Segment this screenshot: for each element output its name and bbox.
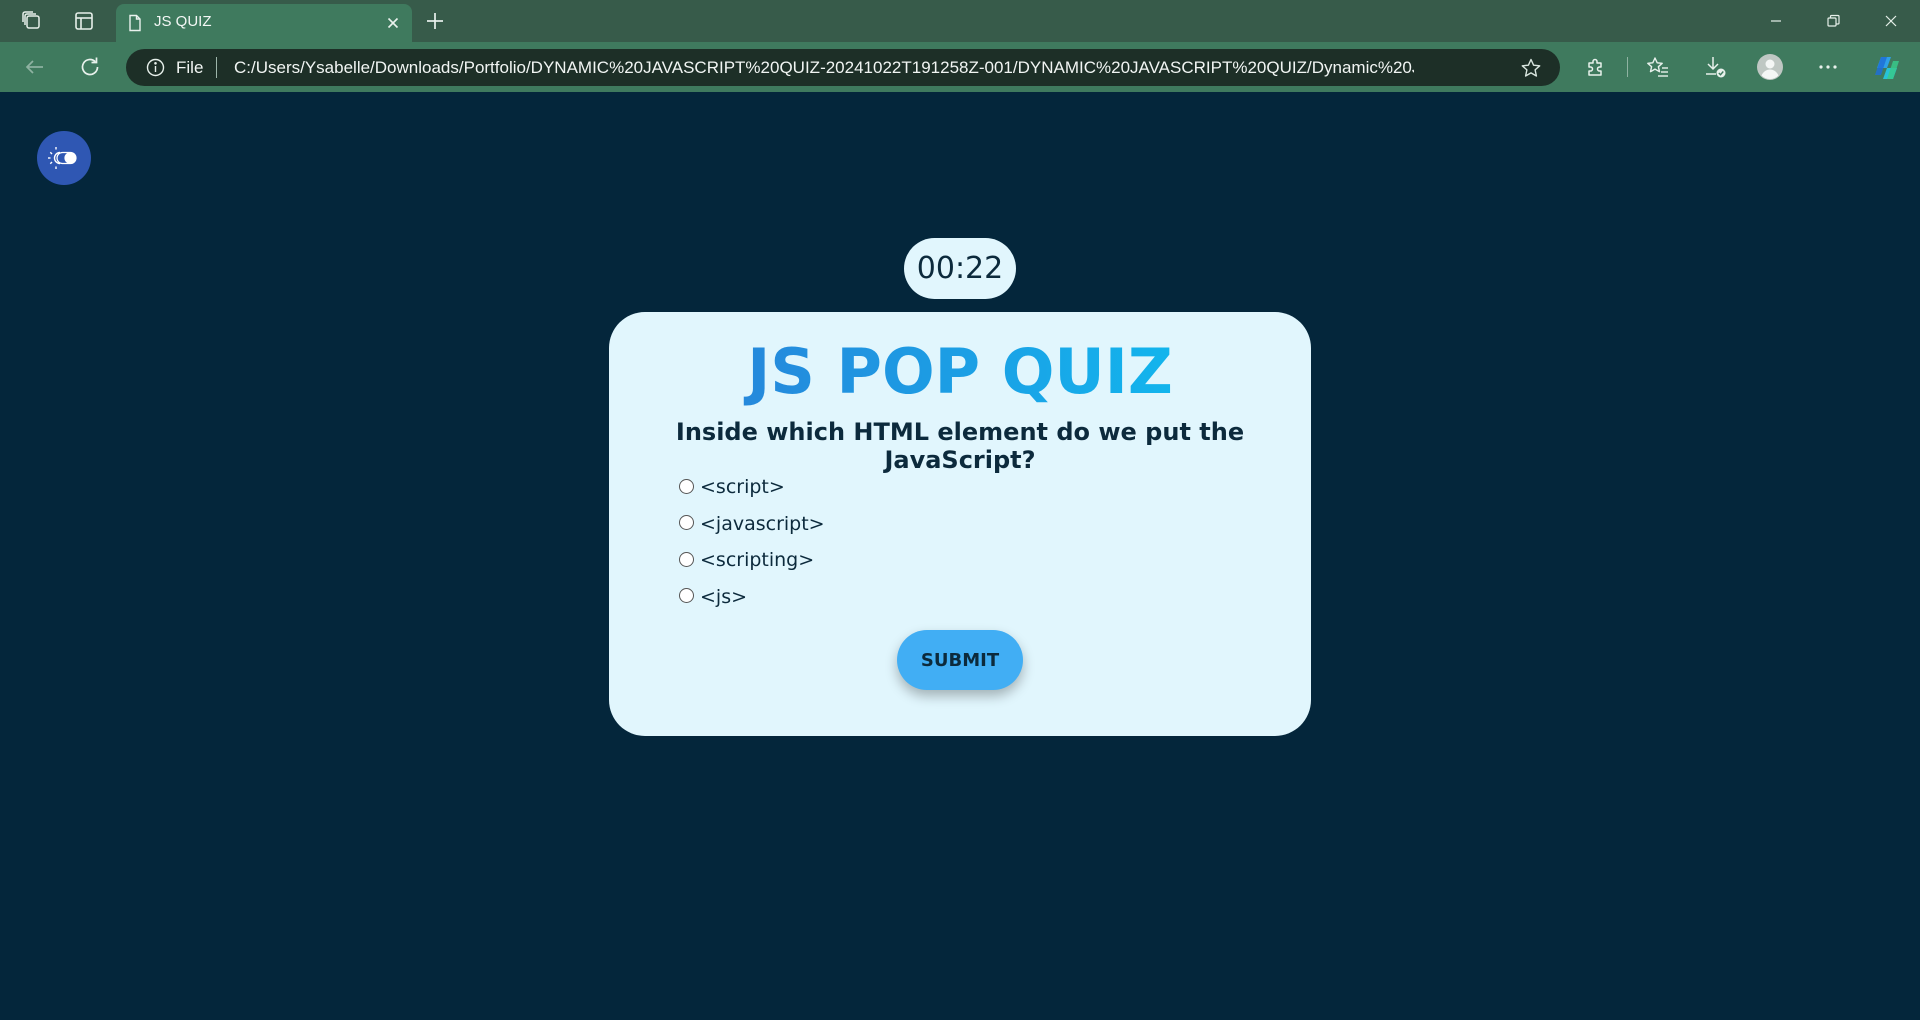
countdown-timer: 00:22	[904, 238, 1016, 299]
radio-button[interactable]	[679, 588, 694, 604]
answer-label: <javascript>	[700, 512, 825, 535]
profile-avatar-icon[interactable]	[1757, 54, 1783, 80]
site-info-icon[interactable]	[146, 58, 165, 77]
tab-actions-icon[interactable]	[72, 9, 96, 33]
answer-label: <js>	[700, 585, 748, 608]
quiz-title: JS POP QUIZ	[609, 336, 1311, 408]
page-icon	[126, 14, 144, 32]
close-tab-icon[interactable]	[384, 14, 402, 32]
new-tab-icon[interactable]	[423, 9, 447, 33]
favorite-star-icon[interactable]	[1520, 57, 1542, 79]
tab-title: JS QUIZ	[154, 13, 212, 30]
close-window-icon[interactable]	[1878, 8, 1904, 34]
url-text[interactable]: C:/Users/Ysabelle/Downloads/Portfolio/DY…	[234, 58, 1414, 78]
address-divider	[216, 57, 217, 78]
address-bar[interactable]: File C:/Users/Ysabelle/Downloads/Portfol…	[126, 49, 1560, 86]
browser-toolbar: File C:/Users/Ysabelle/Downloads/Portfol…	[0, 42, 1920, 92]
radio-button[interactable]	[679, 551, 694, 567]
answer-label: <script>	[700, 476, 785, 499]
tab-js-quiz[interactable]: JS QUIZ	[116, 4, 412, 42]
browser-tab-bar: JS QUIZ	[0, 0, 1920, 42]
extensions-icon[interactable]	[1583, 54, 1609, 80]
favorites-icon[interactable]	[1645, 54, 1671, 80]
refresh-icon[interactable]	[77, 54, 103, 80]
copilot-icon[interactable]	[1872, 53, 1902, 83]
toolbar-divider	[1627, 57, 1628, 77]
question-text: Inside which HTML element do we put the …	[675, 418, 1245, 474]
submit-button[interactable]: SUBMIT	[897, 630, 1023, 690]
answer-options: <script> <javascript> <scripting> <js>	[679, 469, 825, 615]
radio-button[interactable]	[679, 478, 694, 494]
workspaces-icon[interactable]	[20, 9, 44, 33]
minimize-icon[interactable]	[1763, 8, 1789, 34]
answer-option[interactable]: <scripting>	[679, 542, 825, 579]
more-options-icon[interactable]	[1815, 54, 1841, 80]
answer-label: <scripting>	[700, 549, 815, 572]
theme-toggle-button[interactable]	[37, 131, 91, 185]
scheme-label: File	[176, 58, 204, 77]
downloads-icon[interactable]	[1702, 54, 1728, 80]
back-arrow-icon[interactable]	[22, 54, 48, 80]
answer-option[interactable]: <javascript>	[679, 506, 825, 543]
radio-button[interactable]	[679, 515, 694, 531]
answer-option[interactable]: <js>	[679, 579, 825, 616]
quiz-card: JS POP QUIZ Inside which HTML element do…	[609, 312, 1311, 736]
answer-option[interactable]: <script>	[679, 469, 825, 506]
restore-icon[interactable]	[1820, 8, 1846, 34]
